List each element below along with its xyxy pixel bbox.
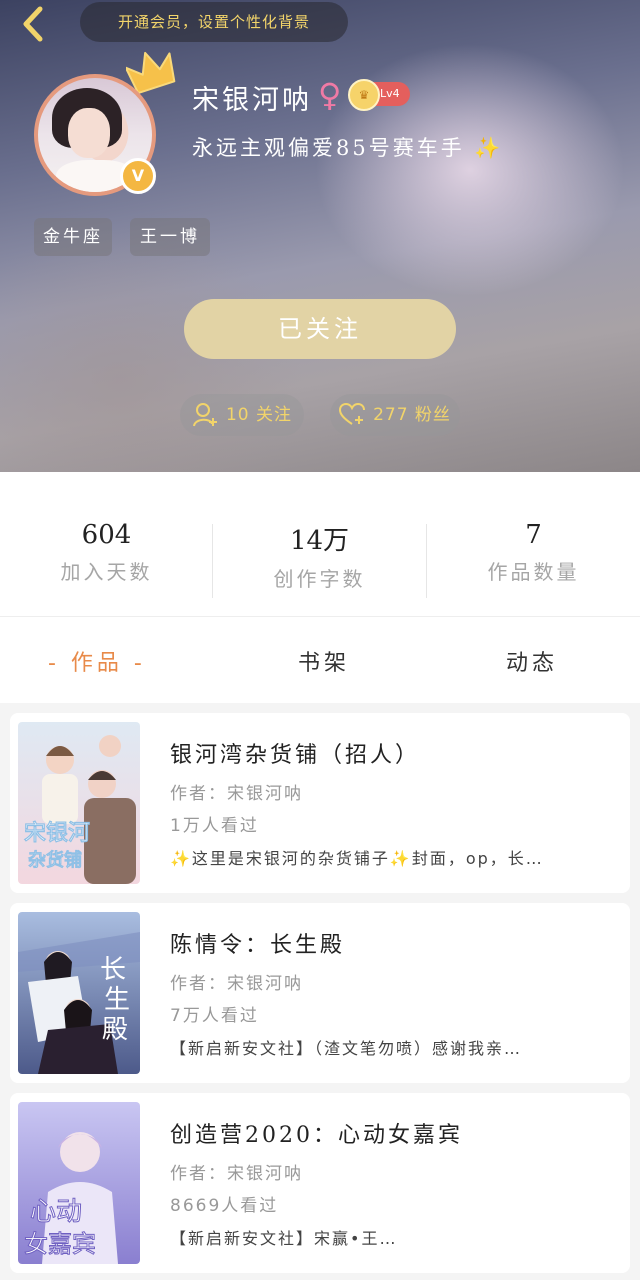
vip-background-banner[interactable]: 开通会员，设置个性化背景 (80, 2, 348, 42)
level-badge: ♛ Lv4 (348, 79, 410, 111)
book-cover-image: 宋银河 杂货铺 (18, 722, 140, 884)
work-description-text: 【新启新安文社】（渣文笔勿喷）感谢我亲… (170, 1039, 523, 1058)
work-views: 1万人看过 (170, 816, 259, 836)
content-tabs: - 作品 - 书架 动态 (0, 617, 640, 703)
work-description: 【新启新安文社】宋赢•王… (170, 1225, 610, 1249)
tag-zodiac[interactable]: 金牛座 (34, 218, 112, 256)
stat-works: 7 作品数量 (427, 520, 640, 585)
work-author: 作者：宋银河呐 (170, 974, 303, 994)
stats-panel: 604 加入天数 14万 创作字数 7 作品数量 (0, 472, 640, 617)
heart-add-icon (339, 403, 366, 425)
svg-text:心动: 心动 (30, 1197, 82, 1227)
female-gender-icon: ♀ (318, 76, 342, 114)
crown-level-icon: ♛ (348, 79, 380, 111)
tag-idol[interactable]: 王一博 (130, 218, 210, 256)
fans-count: 277 粉丝 (373, 405, 451, 425)
stat-words: 14万 创作字数 (213, 520, 426, 592)
following-count: 10 关注 (225, 405, 293, 425)
work-author: 作者：宋银河呐 (170, 784, 303, 804)
verified-v-icon: V (120, 158, 156, 194)
svg-text:女嘉宾: 女嘉宾 (24, 1230, 96, 1258)
sparkle-icon: ✨ (474, 136, 504, 160)
work-description-text: 【新启新安文社】宋赢•王… (170, 1229, 398, 1248)
work-card[interactable]: 心动 女嘉宾 创造营2020：心动女嘉宾 作者：宋银河呐 8669人看过 【新启… (10, 1093, 630, 1273)
stat-value: 14万 (289, 526, 350, 556)
work-title: 创造营2020：心动女嘉宾 (170, 1123, 463, 1148)
work-description: ✨这里是宋银河的杂货铺子✨封面，op，长… (170, 845, 610, 869)
level-label: Lv4 (380, 87, 400, 100)
tab-activity[interactable]: 动态 (506, 645, 558, 677)
work-card[interactable]: 宋银河 杂货铺 银河湾杂货铺（招人） 作者：宋银河呐 1万人看过 ✨这里是宋银河… (10, 713, 630, 893)
work-views: 8669人看过 (170, 1196, 279, 1216)
follow-button[interactable]: 已关注 (184, 299, 456, 359)
svg-text:长: 长 (100, 955, 126, 985)
svg-text:宋银河: 宋银河 (24, 821, 90, 846)
username: 宋银河呐 (192, 85, 312, 116)
user-add-icon (192, 403, 217, 427)
sparkle-icon: ✨ (170, 849, 192, 868)
avatar[interactable]: V (34, 74, 156, 196)
back-arrow-icon[interactable] (14, 4, 54, 44)
stat-label: 创作字数 (273, 567, 366, 591)
stat-days: 604 加入天数 (0, 520, 213, 585)
work-description-text: 这里是宋银河的杂货铺子✨封面，op，长… (191, 849, 544, 868)
book-cover-image: 长 生 殿 (18, 912, 140, 1074)
stat-value: 604 (81, 520, 132, 550)
book-cover-image: 心动 女嘉宾 (18, 1102, 140, 1264)
stat-label: 加入天数 (60, 560, 153, 584)
work-title: 银河湾杂货铺（招人） (170, 743, 421, 768)
fans-count-button[interactable]: 277 粉丝 (330, 394, 460, 436)
scrollbar[interactable] (632, 0, 640, 1280)
works-list: 宋银河 杂货铺 银河湾杂货铺（招人） 作者：宋银河呐 1万人看过 ✨这里是宋银河… (0, 703, 640, 1280)
svg-text:殿: 殿 (102, 1015, 128, 1045)
work-author: 作者：宋银河呐 (170, 1164, 303, 1184)
signature-text: 永远主观偏爱85号赛车手 (192, 136, 465, 160)
profile-header: 开通会员，设置个性化背景 V 宋银河呐 ♀ ♛ Lv4 永远主观偏爱85号赛车手… (0, 0, 640, 472)
work-card[interactable]: 长 生 殿 陈情令：长生殿 作者：宋银河呐 7万人看过 【新启新安文社】（渣文笔… (10, 903, 630, 1083)
stat-value: 7 (525, 520, 542, 550)
svg-text:生: 生 (104, 985, 130, 1015)
work-title: 陈情令：长生殿 (170, 933, 346, 958)
stat-label: 作品数量 (487, 560, 580, 584)
profile-signature: 永远主观偏爱85号赛车手 ✨ (192, 132, 504, 162)
tab-works[interactable]: - 作品 - (48, 645, 146, 677)
work-description: 【新启新安文社】（渣文笔勿喷）感谢我亲… (170, 1035, 610, 1059)
work-views: 7万人看过 (170, 1006, 259, 1026)
following-count-button[interactable]: 10 关注 (180, 394, 304, 436)
tab-bookshelf[interactable]: 书架 (298, 645, 350, 677)
svg-text:杂货铺: 杂货铺 (28, 850, 82, 871)
